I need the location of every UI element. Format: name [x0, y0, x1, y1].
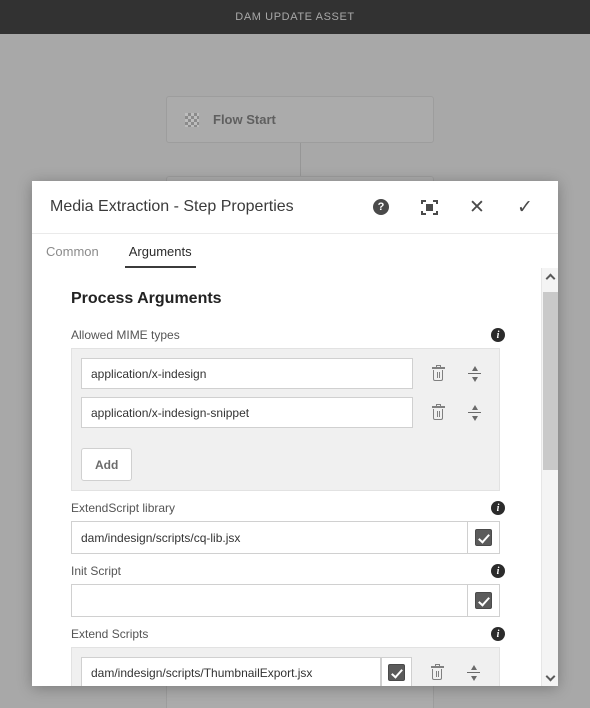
init-script-combo — [71, 584, 500, 617]
reorder-row-handle[interactable] — [462, 662, 484, 684]
help-icon: ? — [373, 199, 389, 215]
dialog-body-wrap: Process Arguments Allowed MIME types i a… — [32, 268, 558, 686]
check-icon: ✓ — [517, 196, 533, 218]
add-mime-type-button[interactable]: Add — [81, 448, 133, 481]
drag-handle-icon — [467, 404, 481, 421]
delete-row-button[interactable] — [426, 662, 448, 684]
info-icon[interactable]: i — [491, 328, 505, 342]
field-label: Init Script — [71, 564, 122, 578]
confirm-button[interactable]: ✓ — [514, 196, 536, 218]
dialog-body: Process Arguments Allowed MIME types i a… — [32, 268, 541, 686]
field-label: Extend Scripts — [71, 627, 149, 641]
section-title: Process Arguments — [71, 290, 222, 307]
workflow-title: DAM UPDATE ASSET — [235, 11, 355, 23]
init-script-checkbox[interactable] — [467, 584, 500, 617]
mime-type-input[interactable]: application/x-indesign-snippet — [81, 397, 413, 428]
trash-icon — [430, 664, 444, 680]
top-bar: DAM UPDATE ASSET — [0, 0, 590, 34]
field-label: Allowed MIME types — [71, 328, 180, 342]
scroll-down-button[interactable] — [542, 669, 558, 686]
drag-handle-icon — [467, 365, 481, 382]
mime-row: application/x-indesign-snippet — [81, 397, 490, 428]
chevron-up-icon — [545, 273, 556, 283]
fullscreen-button[interactable] — [418, 196, 440, 218]
field-extendscript-library: ExtendScript library i dam/indesign/scri… — [71, 501, 531, 554]
field-header: Allowed MIME types i — [71, 328, 531, 342]
close-icon: ✕ — [469, 196, 485, 218]
field-label: ExtendScript library — [71, 501, 176, 515]
dialog-tabs: Common Arguments — [32, 234, 558, 268]
fullscreen-icon — [420, 199, 438, 215]
field-init-script: Init Script i — [71, 564, 531, 617]
scrollbar-thumb[interactable] — [543, 292, 558, 470]
reorder-row-handle[interactable] — [463, 363, 485, 385]
scroll-up-button[interactable] — [542, 268, 558, 285]
info-icon[interactable]: i — [491, 627, 505, 641]
tab-common[interactable]: Common — [42, 244, 103, 268]
extend-script-checkbox[interactable] — [381, 657, 412, 686]
reorder-row-handle[interactable] — [463, 402, 485, 424]
mime-row: application/x-indesign — [81, 358, 490, 389]
extend-scripts-multifield: dam/indesign/scripts/ThumbnailExport.jsx — [71, 647, 500, 686]
extendscript-library-checkbox[interactable] — [467, 521, 500, 554]
trash-icon — [431, 365, 445, 381]
checkbox-checked-icon — [475, 529, 492, 546]
trash-icon — [431, 404, 445, 420]
tab-arguments[interactable]: Arguments — [124, 244, 196, 268]
info-icon[interactable]: i — [491, 501, 505, 515]
close-button[interactable]: ✕ — [466, 196, 488, 218]
init-script-input[interactable] — [71, 584, 467, 617]
extend-script-input[interactable]: dam/indesign/scripts/ThumbnailExport.jsx — [81, 657, 381, 686]
field-header: Init Script i — [71, 564, 531, 578]
extendscript-library-combo: dam/indesign/scripts/cq-lib.jsx — [71, 521, 500, 554]
dialog-scrollbar[interactable] — [541, 268, 558, 686]
mime-multifield: application/x-indesign application/x-ind… — [71, 348, 500, 491]
delete-row-button[interactable] — [427, 402, 449, 424]
checkbox-checked-icon — [388, 664, 405, 681]
help-button[interactable]: ? — [370, 196, 392, 218]
chevron-down-icon — [545, 671, 556, 681]
field-allowed-mime-types: Allowed MIME types i application/x-indes… — [71, 328, 531, 491]
field-header: Extend Scripts i — [71, 627, 531, 641]
field-header: ExtendScript library i — [71, 501, 531, 515]
step-properties-dialog: Media Extraction - Step Properties ? ✕ ✓ — [32, 181, 558, 686]
app-root: DAM UPDATE ASSET Flow Start Continue upd… — [0, 0, 590, 708]
drag-handle-icon — [466, 664, 480, 681]
extend-script-row: dam/indesign/scripts/ThumbnailExport.jsx — [81, 657, 490, 686]
dialog-header: Media Extraction - Step Properties ? ✕ ✓ — [32, 181, 558, 234]
dialog-header-actions: ? ✕ ✓ — [370, 196, 540, 218]
dialog-title: Media Extraction - Step Properties — [50, 198, 294, 215]
delete-row-button[interactable] — [427, 363, 449, 385]
mime-type-input[interactable]: application/x-indesign — [81, 358, 413, 389]
checkbox-checked-icon — [475, 592, 492, 609]
extendscript-library-input[interactable]: dam/indesign/scripts/cq-lib.jsx — [71, 521, 467, 554]
info-icon[interactable]: i — [491, 564, 505, 578]
field-extend-scripts: Extend Scripts i dam/indesign/scripts/Th… — [71, 627, 531, 686]
